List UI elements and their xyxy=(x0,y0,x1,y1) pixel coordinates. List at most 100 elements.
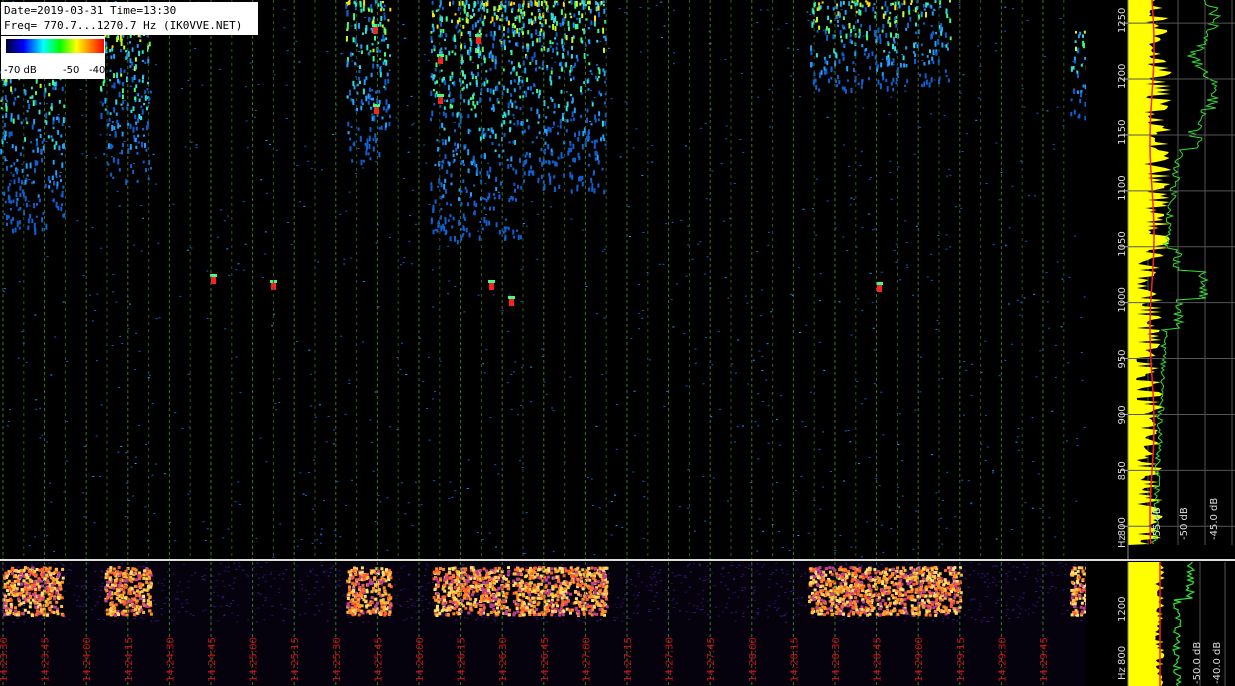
activity-speckle xyxy=(352,99,355,104)
burst-pixel xyxy=(10,581,14,585)
noise-speckle xyxy=(619,156,622,158)
noise-speckle xyxy=(589,121,592,122)
lower-noise xyxy=(797,602,800,604)
lower-noise xyxy=(311,568,314,570)
activity-speckle xyxy=(935,51,938,56)
lower-noise xyxy=(317,590,320,592)
activity-speckle xyxy=(450,182,453,186)
activity-speckle xyxy=(477,49,480,53)
lower-noise xyxy=(519,577,522,579)
burst-pixel xyxy=(372,586,375,590)
noise-speckle xyxy=(138,424,141,426)
burst-pixel xyxy=(36,609,39,613)
activity-speckle xyxy=(554,0,556,4)
activity-speckle xyxy=(825,26,828,31)
noise-speckle xyxy=(68,126,71,128)
lower-noise xyxy=(1025,571,1028,573)
activity-speckle xyxy=(888,51,891,54)
burst-pixel xyxy=(16,579,20,583)
activity-speckle xyxy=(457,143,459,149)
activity-speckle xyxy=(921,53,924,56)
activity-speckle xyxy=(120,40,123,46)
activity-speckle xyxy=(369,157,372,161)
lower-noise xyxy=(214,585,217,587)
activity-speckle xyxy=(118,168,121,172)
activity-speckle xyxy=(145,148,148,152)
noise-speckle xyxy=(632,147,635,149)
noise-speckle xyxy=(134,456,137,458)
noise-speckle xyxy=(319,542,322,544)
burst-pixel xyxy=(42,613,46,617)
lower-noise xyxy=(298,614,301,616)
lower-noise xyxy=(338,585,341,586)
lower-noise xyxy=(84,584,87,586)
burst-pixel xyxy=(55,578,59,582)
activity-speckle xyxy=(850,28,853,34)
lower-noise xyxy=(1006,608,1009,610)
lower-noise xyxy=(652,573,655,575)
lower-noise xyxy=(225,566,228,568)
burst-pixel xyxy=(383,589,387,593)
lower-noise xyxy=(424,568,427,570)
burst-pixel xyxy=(356,604,360,607)
burst-pixel xyxy=(115,596,119,600)
lower-noise xyxy=(983,575,986,577)
noise-speckle xyxy=(969,503,972,505)
activity-speckle xyxy=(135,84,138,89)
activity-speckle xyxy=(444,219,447,225)
activity-speckle xyxy=(136,44,139,48)
activity-speckle xyxy=(569,171,572,178)
noise-speckle xyxy=(133,163,136,165)
lower-noise xyxy=(576,618,579,620)
activity-speckle xyxy=(576,23,579,29)
activity-speckle xyxy=(902,12,905,18)
activity-speckle xyxy=(10,208,12,211)
activity-speckle xyxy=(587,163,590,167)
noise-speckle xyxy=(516,125,519,127)
burst-pixel xyxy=(140,608,144,612)
noise-speckle xyxy=(466,488,469,489)
activity-speckle xyxy=(903,63,906,68)
noise-speckle xyxy=(314,416,317,418)
activity-speckle xyxy=(388,104,391,109)
lower-noise xyxy=(431,574,434,576)
activity-speckle xyxy=(121,131,124,137)
lower-noise xyxy=(732,578,735,579)
noise-speckle xyxy=(984,340,987,342)
activity-speckle xyxy=(550,70,553,75)
activity-speckle xyxy=(465,189,468,194)
activity-speckle xyxy=(555,32,558,37)
burst-pixel xyxy=(34,605,38,609)
noise-speckle xyxy=(882,434,885,436)
activity-speckle xyxy=(450,203,452,206)
spectrogram-canvas: -55 dB -50 dB -45.0 dB -50.0 dB -40.0 dB 80… xyxy=(0,0,1235,686)
burst-pixel xyxy=(139,605,142,609)
lower-noise xyxy=(264,597,267,599)
activity-speckle xyxy=(519,107,522,111)
activity-speckle xyxy=(357,127,360,131)
activity-speckle xyxy=(477,72,480,77)
lower-noise xyxy=(462,563,464,565)
activity-speckle xyxy=(556,42,559,46)
activity-speckle xyxy=(548,25,551,28)
noise-speckle xyxy=(403,257,406,259)
signal-hotspot xyxy=(211,277,216,284)
noise-speckle xyxy=(760,289,763,291)
activity-speckle xyxy=(498,25,501,31)
burst-pixel xyxy=(366,582,370,586)
activity-speckle xyxy=(479,17,482,22)
lower-noise xyxy=(657,608,660,610)
activity-speckle xyxy=(115,99,118,105)
activity-speckle xyxy=(515,71,518,76)
activity-speckle xyxy=(535,29,538,35)
burst-pixel xyxy=(118,584,122,588)
noise-speckle xyxy=(706,256,709,258)
activity-speckle xyxy=(598,111,601,117)
noise-speckle xyxy=(520,300,523,302)
noise-speckle xyxy=(759,9,762,11)
burst-pixel xyxy=(148,601,152,605)
activity-speckle xyxy=(366,138,369,145)
lower-noise xyxy=(751,572,753,574)
activity-speckle xyxy=(905,46,908,50)
activity-speckle xyxy=(513,29,516,35)
